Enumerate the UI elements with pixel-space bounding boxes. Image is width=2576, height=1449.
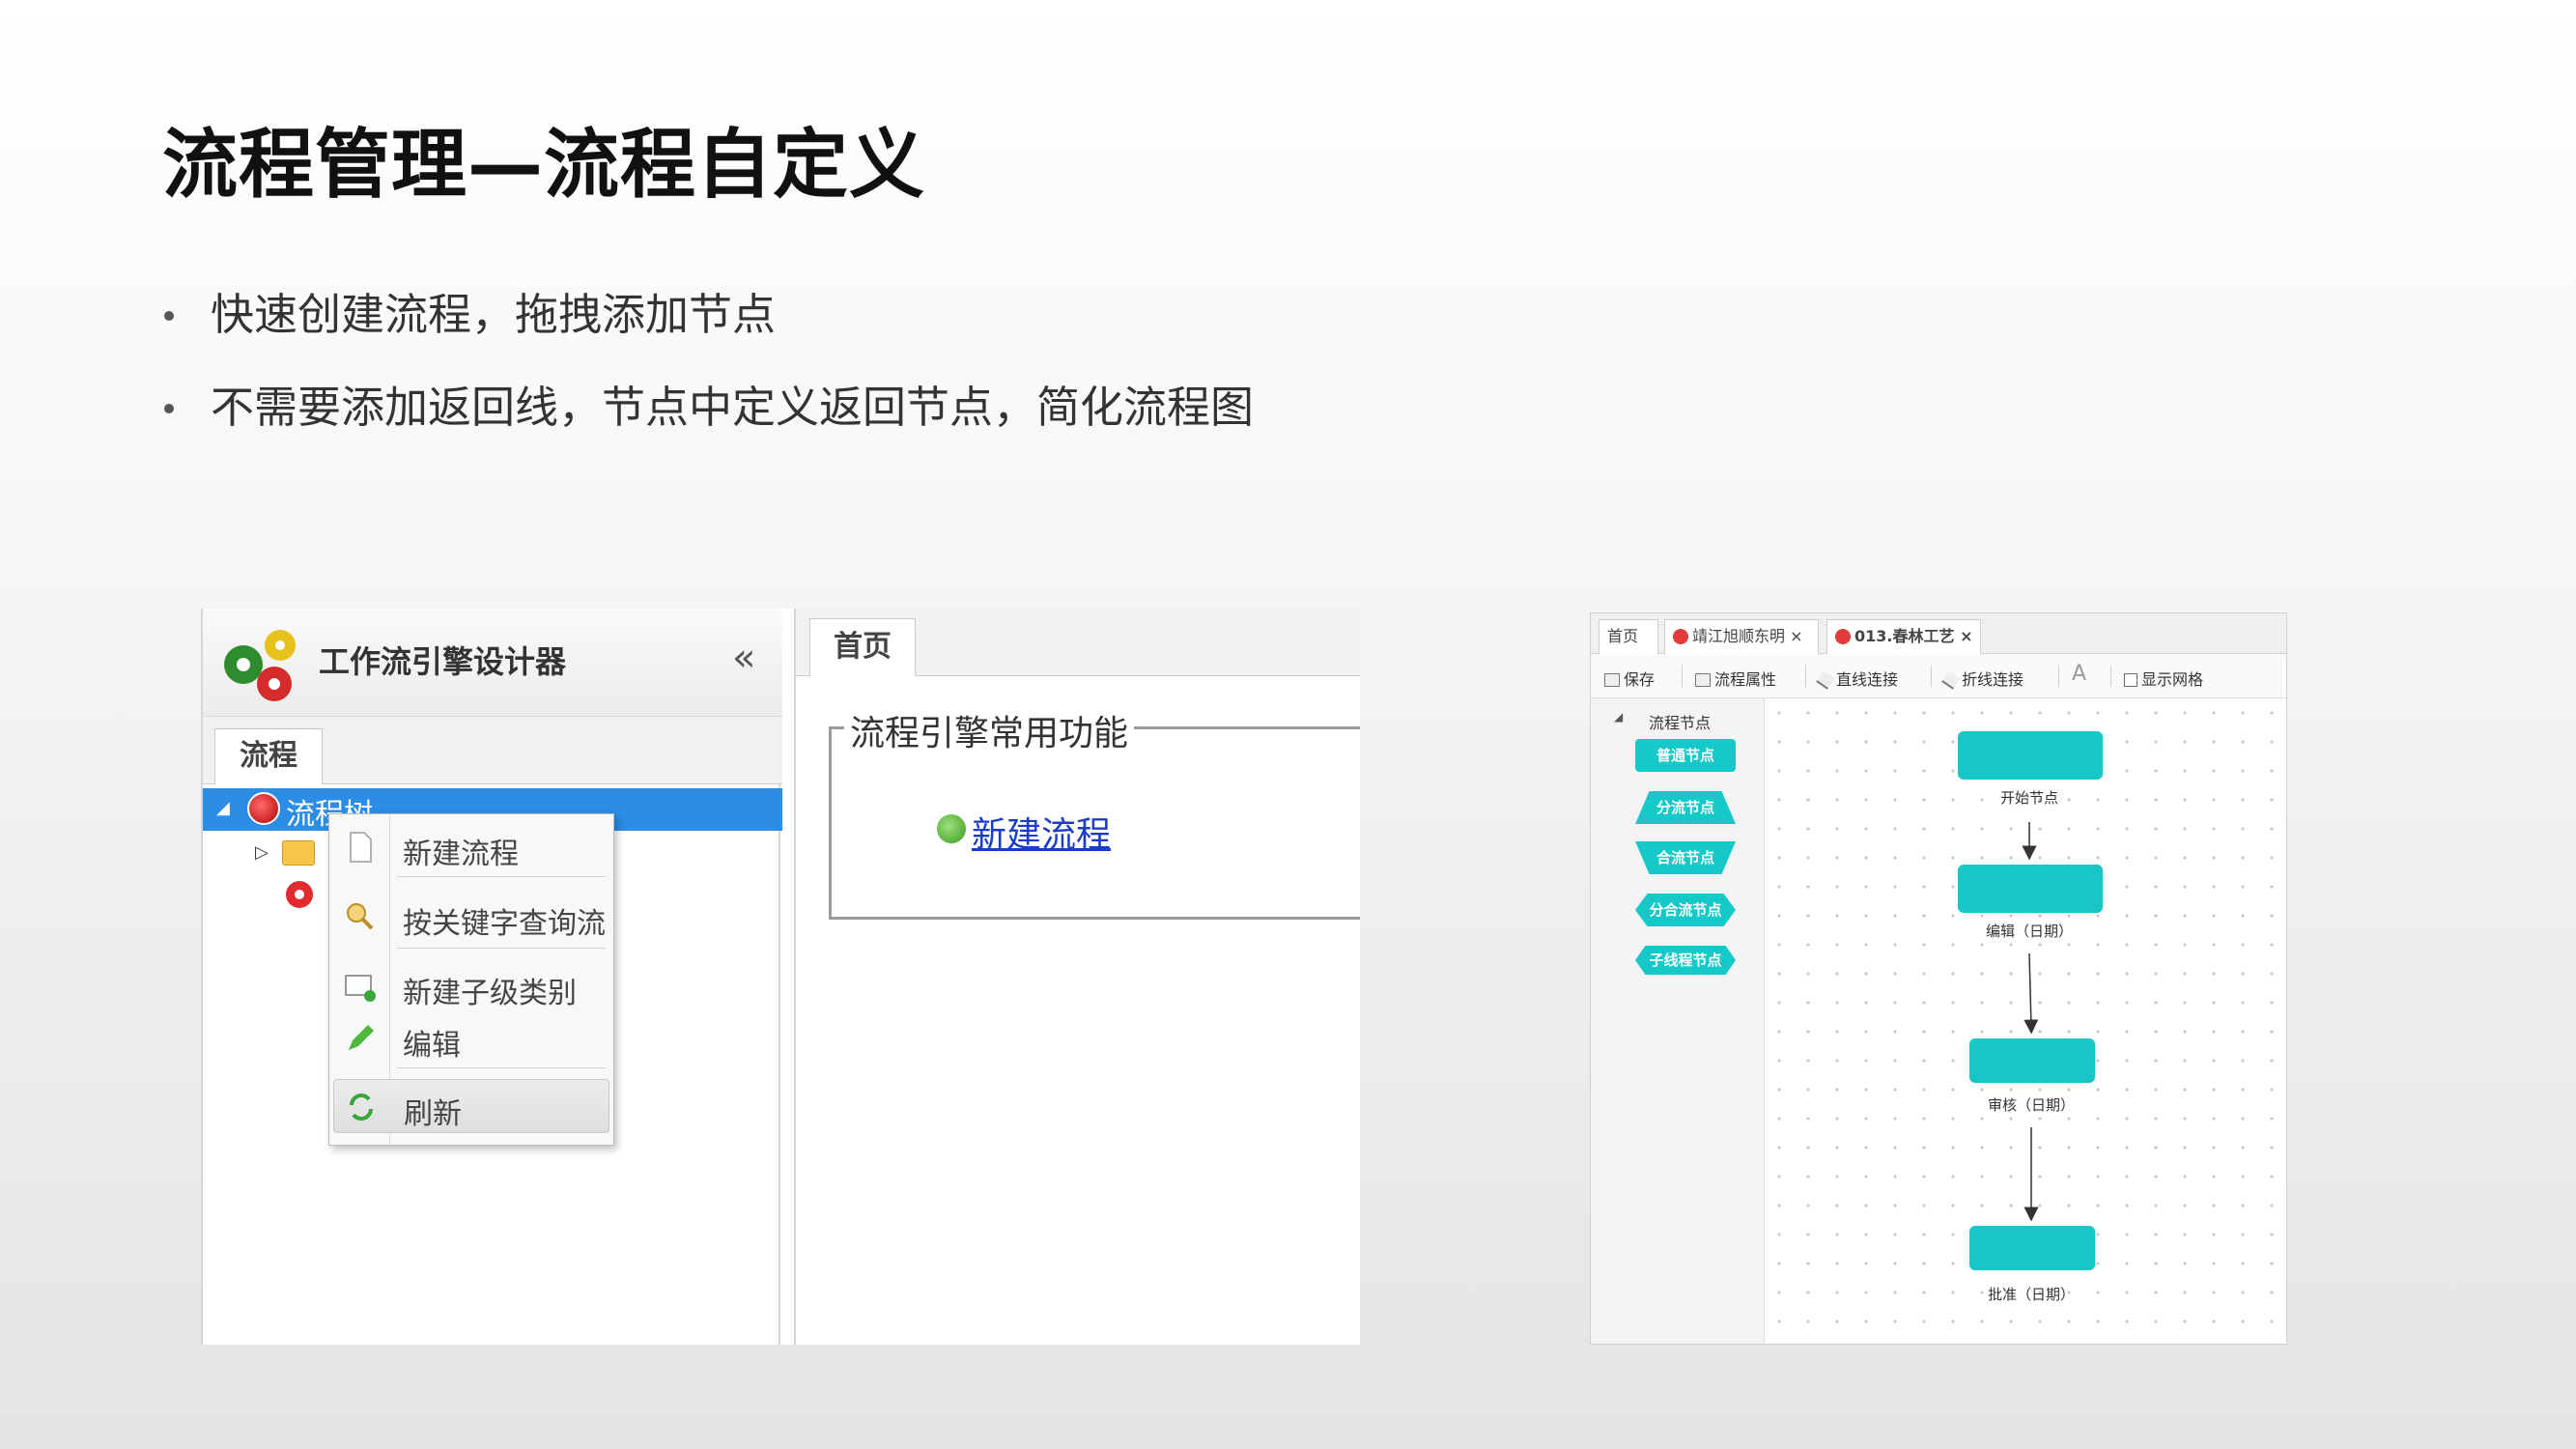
show-grid-toggle[interactable]: 显示网格	[2124, 667, 2203, 690]
flow-node-approve[interactable]	[1969, 1226, 2095, 1270]
pencil-icon	[349, 1025, 374, 1050]
home-panel: 首页 流程引擎常用功能 新建流程	[794, 609, 1360, 1345]
toolbar-separator	[1931, 666, 1932, 687]
palette-title: 流程节点	[1649, 714, 1712, 732]
bullet-list: 快速创建流程，拖拽添加节点 不需要添加返回线，节点中定义返回节点，简化流程图	[162, 280, 1254, 466]
tab-flow[interactable]: 流程	[214, 728, 323, 784]
menu-item-label: 按关键字查询流	[403, 907, 606, 941]
bullet-item: 快速创建流程，拖拽添加节点	[162, 280, 1254, 373]
editor-tab-label: 首页	[1607, 627, 1639, 645]
editor-tab-label: 013.春林工艺	[1854, 627, 1955, 645]
save-button[interactable]: 保存	[1604, 667, 1655, 690]
tab-home[interactable]: 首页	[809, 618, 916, 676]
expand-arrow-icon[interactable]: ◢	[1614, 710, 1623, 724]
designer-title: 工作流引擎设计器	[319, 643, 567, 680]
polyline-connect-button[interactable]: 折线连接	[1941, 667, 2024, 690]
editor-toolbar: 保存 流程属性 直线连接 折线连接 A 显示网格	[1591, 654, 2286, 698]
palette-node-split-merge[interactable]: 分合流节点	[1635, 894, 1736, 926]
save-label: 保存	[1624, 670, 1656, 689]
folder-icon	[282, 840, 315, 866]
palette-node-split[interactable]: 分流节点	[1635, 791, 1736, 824]
toolbar-separator	[1805, 666, 1806, 687]
home-tab-bar: 首页	[796, 609, 1360, 676]
properties-icon	[1695, 673, 1711, 687]
collapse-button[interactable]: «	[732, 636, 755, 680]
new-subcategory-icon	[345, 975, 376, 1002]
show-grid-label: 显示网格	[2141, 670, 2204, 689]
menu-separator	[397, 948, 606, 949]
flow-properties-button[interactable]: 流程属性	[1695, 667, 1776, 690]
node-palette: ◢ 流程节点 普通节点 分流节点 合流节点 分合流节点 子线程节点	[1591, 698, 1765, 1344]
editor-tab-label: 靖江旭顺东明	[1692, 627, 1786, 645]
menu-item-search-key[interactable]: 按关键字查询流	[333, 890, 609, 944]
editor-tab-home[interactable]: 首页	[1599, 619, 1658, 654]
flow-node-edit[interactable]	[1958, 865, 2103, 913]
slide-title: 流程管理—流程自定义	[162, 122, 926, 209]
flow-node-label: 编辑（日期）	[1985, 923, 2073, 940]
common-functions-title: 流程引擎常用功能	[844, 705, 1135, 755]
gear-icon	[1835, 629, 1851, 644]
context-menu: 新建流程 按关键字查询流 新建子级类别 编辑 刷新	[328, 813, 614, 1146]
palette-node-subthread[interactable]: 子线程节点	[1635, 946, 1736, 975]
flow-node-label: 开始节点	[1999, 789, 2058, 807]
palette-node-merge[interactable]: 合流节点	[1635, 841, 1736, 874]
menu-item-label: 新建流程	[403, 838, 519, 871]
designer-header: 工作流引擎设计器 «	[203, 609, 782, 717]
checkbox-icon	[2124, 673, 2137, 687]
gears-logo-icon	[224, 630, 296, 701]
close-icon[interactable]: ×	[1960, 627, 1972, 645]
straight-connect-button[interactable]: 直线连接	[1816, 667, 1899, 690]
designer-tab-bar: 流程	[203, 717, 782, 784]
straight-connect-label: 直线连接	[1836, 670, 1899, 689]
menu-separator	[397, 1067, 606, 1068]
editor-tab-chunlin[interactable]: 013.春林工艺 ×	[1826, 619, 1981, 654]
save-icon	[1604, 673, 1620, 687]
new-flow-icon	[937, 814, 966, 843]
gear-icon	[286, 881, 313, 908]
flow-root-icon	[247, 792, 280, 825]
toolbar-separator	[1682, 666, 1683, 687]
new-document-icon	[350, 832, 372, 863]
menu-separator	[397, 876, 606, 877]
flow-node-review[interactable]	[1969, 1038, 2095, 1083]
connector-line[interactable]	[2024, 952, 2039, 1035]
close-icon[interactable]: ×	[1790, 627, 1802, 645]
flow-node-label: 批准（日期）	[1987, 1286, 2075, 1303]
menu-item-edit[interactable]: 编辑	[333, 1011, 609, 1065]
menu-item-label: 编辑	[403, 1029, 461, 1063]
flow-editor-screenshot: 首页 靖江旭顺东明 × 013.春林工艺 × 保存 流程属性 直线连接 折线连接…	[1590, 612, 2287, 1345]
designer-screenshot: 工作流引擎设计器 « 流程 ◢ 流程树 ▷ 新建流程 按关键字查询流	[201, 609, 1360, 1345]
editor-tab-jingjiang[interactable]: 靖江旭顺东明 ×	[1664, 619, 1819, 654]
polyline-connect-label: 折线连接	[1962, 670, 2024, 689]
flow-canvas[interactable]: 开始节点 编辑（日期） 审核（日期） 批准（日期）	[1765, 698, 2286, 1344]
menu-item-new-flow[interactable]: 新建流程	[333, 820, 609, 874]
gear-icon	[1673, 629, 1688, 644]
editor-tab-bar: 首页 靖江旭顺东明 × 013.春林工艺 ×	[1591, 613, 2286, 654]
bullet-item: 不需要添加返回线，节点中定义返回节点，简化流程图	[162, 373, 1254, 466]
flow-node-start[interactable]	[1958, 731, 2103, 780]
designer-panel: 工作流引擎设计器 « 流程 ◢ 流程树 ▷ 新建流程 按关键字查询流	[201, 609, 782, 1345]
flow-properties-label: 流程属性	[1714, 670, 1777, 689]
straight-line-icon	[1816, 670, 1835, 690]
menu-item-label: 新建子级类别	[403, 977, 577, 1010]
palette-node-normal[interactable]: 普通节点	[1635, 739, 1736, 772]
flow-node-label: 审核（日期）	[1987, 1096, 2075, 1114]
new-flow-link[interactable]: 新建流程	[972, 807, 1111, 857]
polyline-icon	[1941, 670, 1961, 690]
menu-item-label: 刷新	[404, 1097, 462, 1131]
search-key-icon	[347, 903, 374, 930]
text-format-button[interactable]: A	[2072, 662, 2086, 686]
menu-item-new-subcategory[interactable]: 新建子级类别	[333, 959, 609, 1013]
collapsed-arrow-icon[interactable]: ▷	[255, 842, 269, 863]
refresh-icon	[350, 1094, 373, 1121]
toolbar-separator	[2058, 666, 2059, 687]
toolbar-separator	[2110, 666, 2111, 687]
expand-arrow-icon[interactable]: ◢	[216, 798, 230, 818]
menu-item-refresh[interactable]: 刷新	[333, 1079, 609, 1133]
